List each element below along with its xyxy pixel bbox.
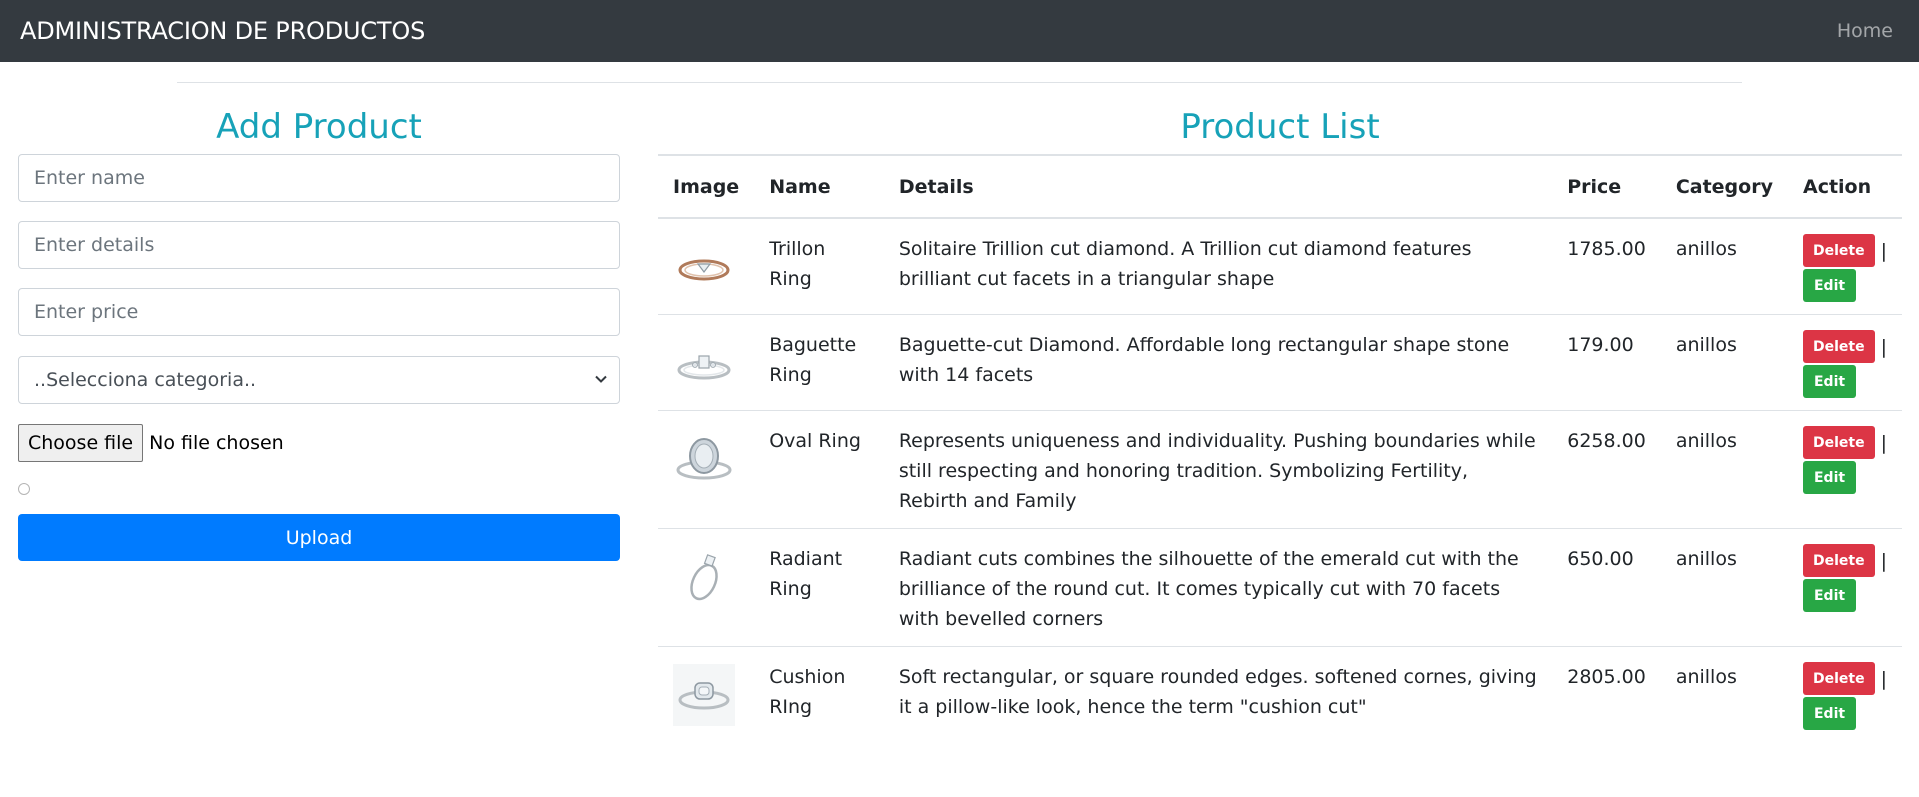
product-price: 650.00 xyxy=(1567,548,1634,570)
image-cell xyxy=(658,411,754,529)
product-price: 6258.00 xyxy=(1567,430,1646,452)
edit-button[interactable]: Edit xyxy=(1802,697,1857,730)
product-name: Cushion RIng xyxy=(769,666,846,718)
product-details: Soft rectangular, or square rounded edge… xyxy=(898,666,1537,718)
product-price: 179.00 xyxy=(1567,334,1634,356)
edit-button[interactable]: Edit xyxy=(1802,269,1857,302)
radio-option[interactable] xyxy=(18,483,30,495)
ring-oval-icon xyxy=(676,438,732,480)
table-row: Oval Ring Represents uniqueness and indi… xyxy=(658,411,1902,529)
product-name: Trillon Ring xyxy=(769,238,826,290)
header-price: Price xyxy=(1567,175,1622,198)
chevron-down-icon xyxy=(595,375,607,383)
upload-button[interactable]: Upload xyxy=(18,514,620,561)
action-cell: Delete | Edit xyxy=(1788,411,1902,529)
product-name: Oval Ring xyxy=(769,430,861,452)
product-details: Represents uniqueness and individuality.… xyxy=(898,430,1536,512)
action-separator: | xyxy=(1880,239,1887,262)
divider xyxy=(177,82,1742,83)
name-input[interactable] xyxy=(18,154,620,202)
delete-button[interactable]: Delete xyxy=(1802,662,1875,695)
ring-cushion-icon xyxy=(673,664,735,726)
edit-button[interactable]: Edit xyxy=(1802,579,1857,612)
add-product-form: Add Product ..Selecciona categoria.. Cho… xyxy=(18,104,620,561)
action-cell: Delete | Edit xyxy=(1788,218,1902,315)
action-separator: | xyxy=(1880,431,1887,454)
choose-file-button[interactable]: Choose file xyxy=(18,424,144,462)
list-title: Product List xyxy=(1180,107,1380,147)
ring-radiant-icon xyxy=(690,554,718,601)
table-row: Baguette Ring Baguette-cut Diamond. Affo… xyxy=(658,315,1902,411)
product-details: Solitaire Trillion cut diamond. A Trilli… xyxy=(898,238,1472,290)
header-action: Action xyxy=(1802,175,1872,198)
edit-button[interactable]: Edit xyxy=(1802,461,1857,494)
delete-button[interactable]: Delete xyxy=(1802,426,1875,459)
form-title: Add Product xyxy=(216,107,422,147)
product-price: 2805.00 xyxy=(1567,666,1646,688)
header-category: Category xyxy=(1675,175,1773,198)
action-cell: Delete | Edit xyxy=(1788,529,1902,647)
product-category: anillos xyxy=(1675,334,1737,356)
product-price: 1785.00 xyxy=(1567,238,1646,260)
nav-home-link[interactable]: Home xyxy=(1837,20,1899,42)
action-separator: | xyxy=(1880,335,1887,358)
file-status: No file chosen xyxy=(149,432,284,454)
delete-button[interactable]: Delete xyxy=(1802,330,1875,363)
action-separator: | xyxy=(1880,667,1887,690)
image-cell xyxy=(658,218,754,315)
image-cell xyxy=(658,647,754,743)
header-name: Name xyxy=(769,175,831,198)
table-row: Trillon Ring Solitaire Trillion cut diam… xyxy=(658,218,1902,315)
product-category: anillos xyxy=(1675,430,1737,452)
product-name: Radiant Ring xyxy=(769,548,843,600)
product-details: Baguette-cut Diamond. Affordable long re… xyxy=(898,334,1510,386)
action-cell: Delete | Edit xyxy=(1788,315,1902,411)
image-cell xyxy=(658,529,754,647)
product-name: Baguette Ring xyxy=(769,334,857,386)
file-picker: Choose file No file chosen xyxy=(18,424,620,462)
edit-button[interactable]: Edit xyxy=(1802,365,1857,398)
table-header-row: Image Name Details Price Category Action xyxy=(658,155,1902,218)
header-details: Details xyxy=(898,175,974,198)
product-details: Radiant cuts combines the silhouette of … xyxy=(898,548,1519,630)
product-category: anillos xyxy=(1675,548,1737,570)
price-input[interactable] xyxy=(18,288,620,336)
table-row: Cushion RIng Soft rectangular, or square… xyxy=(658,647,1902,743)
action-separator: | xyxy=(1880,549,1887,572)
product-list: Product List Image Name Details Price Ca… xyxy=(658,104,1902,742)
image-cell xyxy=(658,315,754,411)
ring-baguette-icon xyxy=(677,355,731,380)
delete-button[interactable]: Delete xyxy=(1802,544,1875,577)
header-image: Image xyxy=(673,175,740,198)
product-category: anillos xyxy=(1675,666,1737,688)
brand-title[interactable]: ADMINISTRACION DE PRODUCTOS xyxy=(20,17,425,45)
product-category: anillos xyxy=(1675,238,1737,260)
details-input[interactable] xyxy=(18,221,620,269)
category-select[interactable]: ..Selecciona categoria.. xyxy=(18,356,620,404)
delete-button[interactable]: Delete xyxy=(1802,234,1875,267)
ring-trillion-icon xyxy=(678,259,730,281)
action-cell: Delete | Edit xyxy=(1788,647,1902,743)
navbar: ADMINISTRACION DE PRODUCTOS Home xyxy=(0,0,1919,62)
category-select-value: ..Selecciona categoria.. xyxy=(18,356,620,404)
product-table: Image Name Details Price Category Action… xyxy=(658,154,1902,742)
table-row: Radiant Ring Radiant cuts combines the s… xyxy=(658,529,1902,647)
